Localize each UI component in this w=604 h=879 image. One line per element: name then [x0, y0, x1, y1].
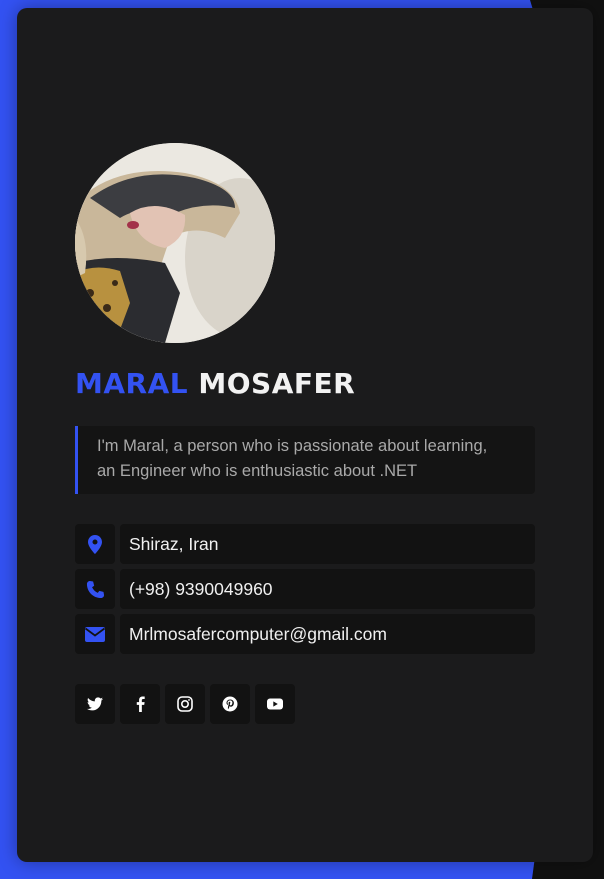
last-name: MOSAFER — [198, 367, 356, 400]
phone-link[interactable]: (+98) 9390049960 — [120, 569, 535, 609]
pinterest-link[interactable] — [210, 684, 250, 724]
envelope-icon — [75, 614, 115, 654]
contact-email: Mrlmosafercomputer@gmail.com — [75, 614, 535, 654]
facebook-link[interactable] — [120, 684, 160, 724]
first-name: MARAL — [75, 367, 189, 400]
contact-location: Shiraz, Iran — [75, 524, 535, 564]
profile-photo — [75, 143, 275, 343]
twitter-link[interactable] — [75, 684, 115, 724]
avatar — [75, 143, 275, 343]
bio-line-1: I'm Maral, a person who is passionate ab… — [97, 437, 488, 455]
bio-line-2: an Engineer who is enthusiastic about .N… — [97, 462, 418, 480]
location-pin-icon — [75, 524, 115, 564]
profile-name: MARAL MOSAFER — [75, 364, 355, 404]
youtube-icon — [267, 698, 283, 710]
facebook-icon — [136, 696, 145, 712]
phone-icon — [75, 569, 115, 609]
location-value: Shiraz, Iran — [120, 524, 535, 564]
pinterest-icon — [222, 696, 238, 712]
profile-card: MARAL MOSAFER I'm Maral, a person who is… — [17, 8, 593, 862]
bio-quote: I'm Maral, a person who is passionate ab… — [75, 426, 535, 494]
instagram-link[interactable] — [165, 684, 205, 724]
contact-phone: (+98) 9390049960 — [75, 569, 535, 609]
email-link[interactable]: Mrlmosafercomputer@gmail.com — [120, 614, 535, 654]
instagram-icon — [177, 696, 193, 712]
youtube-link[interactable] — [255, 684, 295, 724]
twitter-icon — [87, 697, 103, 711]
